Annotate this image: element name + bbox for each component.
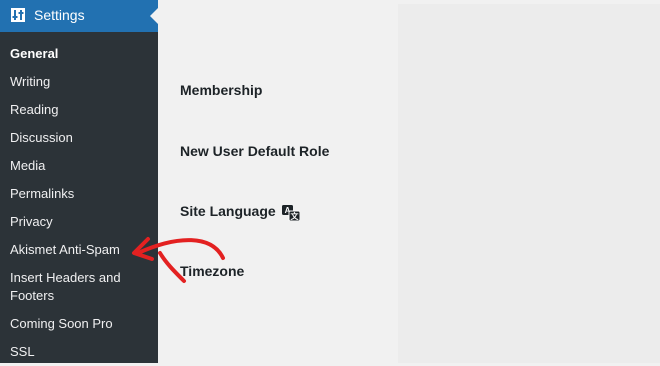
sidebar-item-coming-soon-pro[interactable]: Coming Soon Pro xyxy=(0,310,158,338)
label-membership: Membership xyxy=(180,82,263,98)
svg-text:文: 文 xyxy=(291,211,300,221)
sidebar-item-ssl[interactable]: SSL xyxy=(0,338,158,366)
sidebar-item-media[interactable]: Media xyxy=(0,152,158,180)
settings-submenu: General Writing Reading Discussion Media… xyxy=(0,40,158,366)
sidebar-item-writing[interactable]: Writing xyxy=(0,68,158,96)
admin-sidebar: Settings General Writing Reading Discuss… xyxy=(0,0,158,363)
sidebar-item-reading[interactable]: Reading xyxy=(0,96,158,124)
blurred-field-area xyxy=(398,4,660,363)
sidebar-item-permalinks[interactable]: Permalinks xyxy=(0,180,158,208)
sidebar-item-general[interactable]: General xyxy=(0,40,158,68)
label-new-user-default-role: New User Default Role xyxy=(180,143,330,159)
label-site-language: Site Language xyxy=(180,203,276,219)
current-menu-notch xyxy=(150,8,158,24)
sidebar-item-discussion[interactable]: Discussion xyxy=(0,124,158,152)
sidebar-header-label: Settings xyxy=(34,7,85,23)
translate-icon: A 文 xyxy=(282,205,300,221)
red-arrow-annotation xyxy=(132,237,225,283)
settings-content: Membership New User Default Role Site La… xyxy=(158,0,660,363)
sidebar-item-settings[interactable]: Settings xyxy=(0,0,158,32)
settings-sliders-icon xyxy=(11,8,25,22)
